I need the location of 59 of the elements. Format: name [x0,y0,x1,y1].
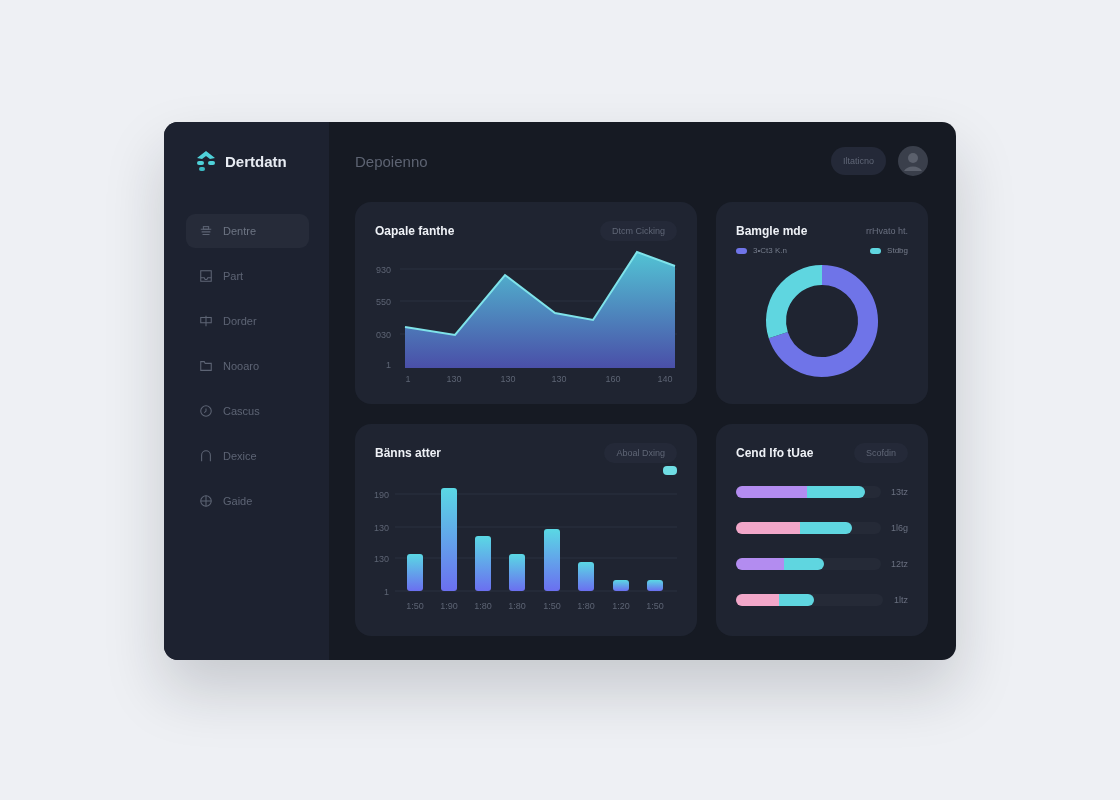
page-title: Depoienno [355,152,429,170]
sidebar-item[interactable]: Cascus [186,394,309,428]
tick-label: 1:50 [543,601,561,611]
tick-label: 930 [375,265,391,275]
folder-icon [199,359,213,373]
header-button[interactable]: Iltaticno [830,147,886,175]
tick-label: 1:20 [612,601,630,611]
tick-label: 190 [373,490,389,500]
sidebar-item[interactable]: Dexice [186,439,309,473]
legend-marker [663,466,677,475]
tick-label: 1:80 [577,601,595,611]
globe-icon [199,494,213,508]
progress-reading: 12tz [891,559,908,569]
legend-label: 3•Ct3 K.n [753,246,787,255]
sidebar-item[interactable]: Dorder [186,304,309,338]
chart-bar [578,562,594,591]
tick-label: 550 [375,297,391,307]
stack-icon [199,224,213,238]
legend-label: Stdbg [887,246,908,255]
tick-label: 130 [551,374,567,384]
card-title: Bamgle mde [736,224,808,238]
brand-name: Dertdatn [225,152,287,170]
card-note: rrHvato ht. [866,226,908,236]
sidebar-item[interactable]: Gaide [186,484,309,518]
progress-reading: 1l6g [891,523,908,533]
tick-label: 1 [386,360,391,370]
tick-label: 130 [373,523,389,533]
inbox-icon [199,269,213,283]
card-title: Oapale fanthe [375,224,455,238]
tick-label: 1:90 [440,601,458,611]
tick-label: 140 [657,374,673,384]
tick-label: 130 [373,554,389,564]
tick-label: 1:80 [474,601,492,611]
tick-label: 1:50 [406,601,424,611]
clock-icon [199,404,213,418]
tick-label: 1:80 [508,601,526,611]
tick-label: 130 [500,374,516,384]
chart-bar [475,536,491,591]
progress-reading: 1ltz [894,595,908,605]
card-title: Cend lfo tUae [736,446,814,460]
chart-bar [613,580,629,591]
sidebar-item[interactable]: Part [186,259,309,293]
tick-label: 1 [384,587,389,597]
chart-bar [407,554,423,591]
sidebar-item[interactable]: Dentre [186,214,309,248]
card-title: Bänns atter [375,446,442,460]
chart-bar [647,580,663,591]
chart-bar [509,554,525,591]
avatar[interactable] [898,146,928,176]
split-icon [199,314,213,328]
tick-label: 160 [605,374,621,384]
arch-icon [199,449,213,463]
sidebar-item[interactable]: Nooaro [186,349,309,383]
tick-label: 130 [446,374,462,384]
chart-bar [544,529,560,591]
tick-label: 1 [405,374,411,384]
tick-label: 1:50 [646,601,664,611]
logo-icon [195,150,217,172]
progress-reading: 13tz [891,487,908,497]
